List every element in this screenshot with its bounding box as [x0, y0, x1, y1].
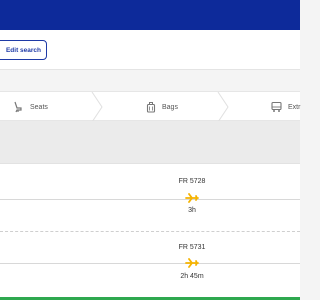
- step-label-bags: Bags: [162, 103, 178, 111]
- step-bags[interactable]: Bags: [146, 92, 178, 122]
- step-divider: [91, 92, 103, 122]
- flight-duration: 2h 45m: [180, 273, 204, 280]
- step-label-seats: Seats: [30, 103, 48, 111]
- step-extras[interactable]: Extr: [271, 92, 300, 122]
- section-spacer: [0, 121, 300, 163]
- plane-icon: [185, 258, 199, 268]
- step-divider: [217, 92, 229, 122]
- flight-number: FR 5731: [178, 244, 206, 251]
- bag-icon: [146, 101, 156, 113]
- seat-icon: [12, 101, 24, 113]
- step-label-extras: Extr: [288, 103, 301, 111]
- flight-number: FR 5728: [178, 178, 206, 185]
- flight-route-line: [0, 263, 300, 264]
- flight-duration: 3h: [188, 207, 196, 214]
- flight-separator: [0, 231, 300, 232]
- flight-route-line: [0, 199, 300, 200]
- step-seats[interactable]: Seats: [12, 92, 48, 122]
- edit-search-button[interactable]: Edit search: [0, 40, 47, 60]
- booking-steps-bar: Seats Bags Extr: [0, 91, 300, 122]
- extras-icon: [271, 101, 282, 113]
- plane-icon: [185, 193, 199, 203]
- header-bar: [0, 0, 300, 30]
